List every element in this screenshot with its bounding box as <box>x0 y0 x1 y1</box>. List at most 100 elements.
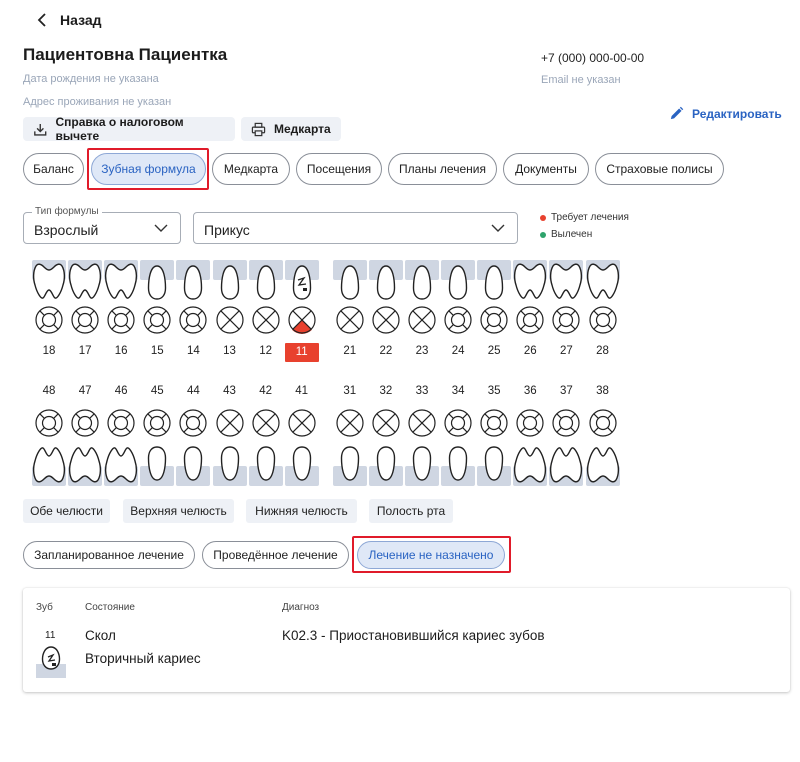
chip-both-jaws[interactable]: Обе челюсти <box>23 499 110 523</box>
tooth-icon <box>256 265 275 300</box>
tooth-icon <box>32 447 66 483</box>
tooth-13[interactable]: 13 <box>212 260 248 364</box>
tooth-34[interactable]: 34 <box>440 384 476 486</box>
tooth-14[interactable]: 14 <box>175 260 211 364</box>
tooth-icon <box>105 447 138 483</box>
tooth-surface-icon <box>143 409 171 437</box>
tooth-number: 26 <box>523 345 537 357</box>
tooth-21[interactable]: 21 <box>332 260 368 364</box>
tooth-number: 14 <box>186 345 200 357</box>
tab-treatment-plans[interactable]: Планы лечения <box>388 153 497 185</box>
address: Адрес проживания не указан <box>23 96 172 108</box>
tooth-number: 31 <box>343 385 357 397</box>
tab-insurance[interactable]: Страховые полисы <box>595 153 724 185</box>
chip-oral-cavity[interactable]: Полость рта <box>369 499 453 523</box>
header-state: Состояние <box>85 602 135 613</box>
tooth-surface-icon <box>107 409 135 437</box>
tooth-27[interactable]: 27 <box>548 260 584 364</box>
tooth-38[interactable]: 38 <box>585 384 621 486</box>
tooth-28[interactable]: 28 <box>585 260 621 364</box>
tooth-17[interactable]: 17 <box>67 260 103 364</box>
chip-lower-jaw[interactable]: Нижняя челюсть <box>246 499 357 523</box>
download-icon <box>34 123 47 136</box>
tooth-26[interactable]: 26 <box>512 260 548 364</box>
formula-type-select[interactable]: Тип формулы Взрослый <box>23 206 181 244</box>
row-state-line1: Скол <box>85 628 116 643</box>
tooth-45[interactable]: 45 <box>139 384 175 486</box>
tooth-47[interactable]: 47 <box>67 384 103 486</box>
tooth-surface-icon <box>71 409 99 437</box>
chip-upper-jaw[interactable]: Верхняя челюсть <box>123 499 234 523</box>
tooth-36[interactable]: 36 <box>512 384 548 486</box>
tooth-icon <box>69 447 102 483</box>
header-tooth: Зуб <box>36 602 53 613</box>
tooth-surface-crossed-icon <box>408 409 436 437</box>
tooth-icon <box>256 446 275 481</box>
tooth-44[interactable]: 44 <box>175 384 211 486</box>
tooth-12[interactable]: 12 <box>248 260 284 364</box>
back-button[interactable]: Назад <box>36 12 102 28</box>
tooth-surface-icon <box>588 409 617 437</box>
medcard-print-label: Медкарта <box>274 122 331 136</box>
tooth-16[interactable]: 16 <box>103 260 139 364</box>
back-label: Назад <box>60 12 102 28</box>
tooth-icon <box>586 447 619 483</box>
chevron-down-icon <box>491 224 505 232</box>
tooth-23[interactable]: 23 <box>404 260 440 364</box>
tooth-43[interactable]: 43 <box>212 384 248 486</box>
tooth-surface-icon <box>107 306 135 334</box>
tooth-35[interactable]: 35 <box>476 384 512 486</box>
tooth-icon <box>376 265 396 300</box>
tooth-number: 35 <box>487 385 501 397</box>
tooth-31[interactable]: 31 <box>332 384 368 486</box>
tooth-number: 11 <box>284 343 319 362</box>
tab-medcard[interactable]: Медкарта <box>212 153 290 185</box>
tooth-42[interactable]: 42 <box>248 384 284 486</box>
tax-certificate-button[interactable]: Справка о налоговом вычете <box>23 115 235 143</box>
tooth-48[interactable]: 48 <box>31 384 67 486</box>
tooth-41[interactable]: 41 <box>284 384 320 486</box>
tooth-15[interactable]: 15 <box>139 260 175 364</box>
medcard-print-button[interactable]: Медкарта <box>241 117 341 141</box>
tooth-icon <box>148 265 167 300</box>
tooth-33[interactable]: 33 <box>404 384 440 486</box>
tab-documents[interactable]: Документы <box>503 153 589 185</box>
tooth-24[interactable]: 24 <box>440 260 476 364</box>
filter-completed-treatment[interactable]: Проведённое лечение <box>202 541 349 569</box>
email: Email не указан <box>541 74 621 86</box>
tooth-number: 33 <box>415 385 429 397</box>
legend-needs-treatment: Требует лечения <box>540 212 629 223</box>
tooth-icon <box>69 263 102 299</box>
tooth-18[interactable]: 18 <box>31 260 67 364</box>
tooth-32[interactable]: 32 <box>368 384 404 486</box>
tooth-number: 15 <box>150 345 164 357</box>
filter-planned-treatment[interactable]: Запланированное лечение <box>23 541 195 569</box>
green-dot-icon <box>540 231 546 238</box>
tooth-surface-crossed-icon <box>408 306 436 334</box>
tab-visits[interactable]: Посещения <box>296 153 382 185</box>
tooth-46[interactable]: 46 <box>103 384 139 486</box>
tab-balance[interactable]: Баланс <box>23 153 84 185</box>
bite-select[interactable]: Прикус <box>193 212 518 244</box>
tooth-11[interactable]: 11 <box>284 260 320 364</box>
tab-dental-formula[interactable]: Зубная формула <box>91 153 206 185</box>
filter-no-treatment[interactable]: Лечение не назначено <box>357 541 505 569</box>
tooth-37[interactable]: 37 <box>548 384 584 486</box>
tooth-icon <box>484 446 504 481</box>
tooth-number: 12 <box>259 345 272 357</box>
tooth-number: 48 <box>42 385 56 397</box>
tooth-25[interactable]: 25 <box>476 260 512 364</box>
tooth-surface-icon <box>516 306 544 334</box>
tooth-surface-crossed-icon <box>336 409 364 437</box>
tooth-22[interactable]: 22 <box>368 260 404 364</box>
tooth-number: 37 <box>559 385 573 397</box>
tooth-number: 45 <box>150 385 164 397</box>
tooth-number: 18 <box>42 345 56 357</box>
row-tooth-number: 11 <box>45 630 56 641</box>
tooth-surface-icon <box>35 409 63 437</box>
tooth-surface-icon <box>179 306 207 334</box>
tooth-icon <box>514 263 547 299</box>
edit-button[interactable]: Редактировать <box>669 106 782 121</box>
tooth-number: 27 <box>559 345 573 357</box>
tooth-surface-crossed-icon <box>336 306 364 334</box>
